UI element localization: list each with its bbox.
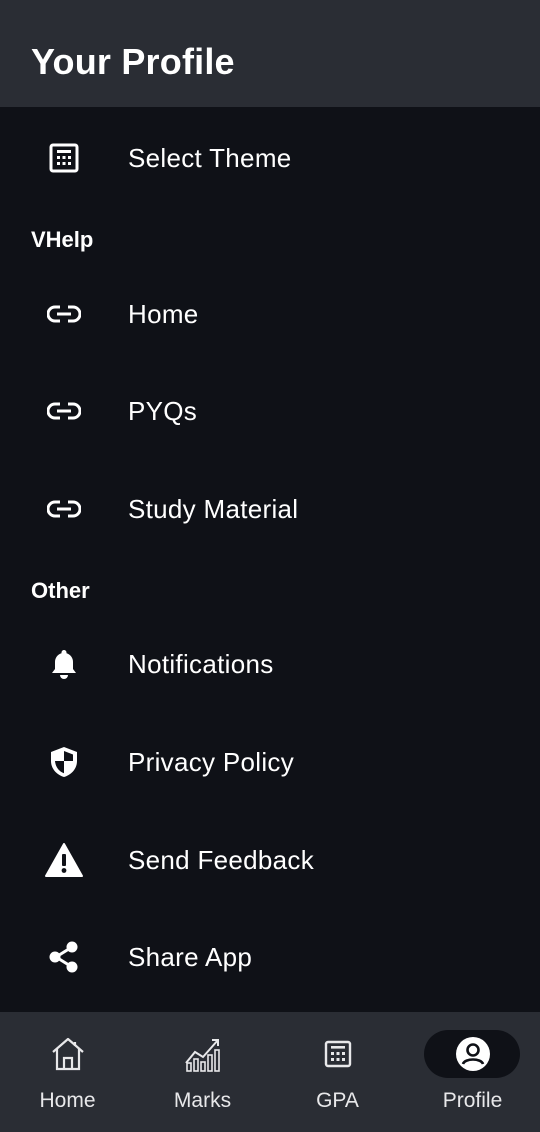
- profile-screen: Your Profile Select Theme VHelp Home PYQ…: [0, 0, 540, 1132]
- vhelp-pyqs-link[interactable]: PYQs: [0, 371, 540, 451]
- home-link-label: Home: [128, 298, 199, 329]
- section-vhelp: VHelp: [31, 227, 94, 252]
- bottom-navigation: Home Marks GPA Profile: [0, 1012, 540, 1132]
- privacy-policy-item[interactable]: Privacy Policy: [0, 722, 540, 802]
- home-icon: [44, 1034, 92, 1074]
- calculator-icon: [314, 1034, 362, 1074]
- notifications-item[interactable]: Notifications: [0, 624, 540, 704]
- nav-home-label: Home: [39, 1089, 96, 1112]
- shield-icon: [44, 742, 84, 782]
- vhelp-home-link[interactable]: Home: [0, 274, 540, 354]
- send-feedback-item[interactable]: Send Feedback: [0, 820, 540, 900]
- nav-gpa[interactable]: GPA: [270, 1012, 405, 1132]
- study-material-link-label: Study Material: [128, 493, 299, 524]
- section-other: Other: [31, 578, 90, 603]
- bell-icon: [44, 644, 84, 684]
- share-app-item[interactable]: Share App: [0, 917, 540, 997]
- page-title: Your Profile: [31, 40, 235, 82]
- select-theme-item[interactable]: Select Theme: [0, 118, 540, 198]
- send-feedback-label: Send Feedback: [128, 844, 315, 875]
- link-icon: [44, 391, 84, 431]
- account-circle-icon: [449, 1034, 497, 1074]
- calculator-grid-icon: [44, 138, 84, 178]
- nav-profile-label: Profile: [442, 1089, 503, 1112]
- nav-gpa-label: GPA: [316, 1089, 359, 1112]
- nav-profile[interactable]: Profile: [405, 1012, 540, 1132]
- nav-home[interactable]: Home: [0, 1012, 135, 1132]
- vhelp-study-material-link[interactable]: Study Material: [0, 469, 540, 549]
- app-bar: Your Profile: [0, 0, 540, 107]
- notifications-label: Notifications: [128, 648, 274, 679]
- link-icon: [44, 294, 84, 334]
- privacy-policy-label: Privacy Policy: [128, 746, 295, 777]
- share-icon: [44, 937, 84, 977]
- select-theme-label: Select Theme: [128, 142, 292, 173]
- link-icon: [44, 489, 84, 529]
- pyqs-link-label: PYQs: [128, 395, 198, 426]
- warning-icon: [44, 840, 84, 880]
- chart-icon: [179, 1034, 227, 1074]
- nav-marks[interactable]: Marks: [135, 1012, 270, 1132]
- share-app-label: Share App: [128, 941, 253, 972]
- nav-marks-label: Marks: [173, 1089, 232, 1112]
